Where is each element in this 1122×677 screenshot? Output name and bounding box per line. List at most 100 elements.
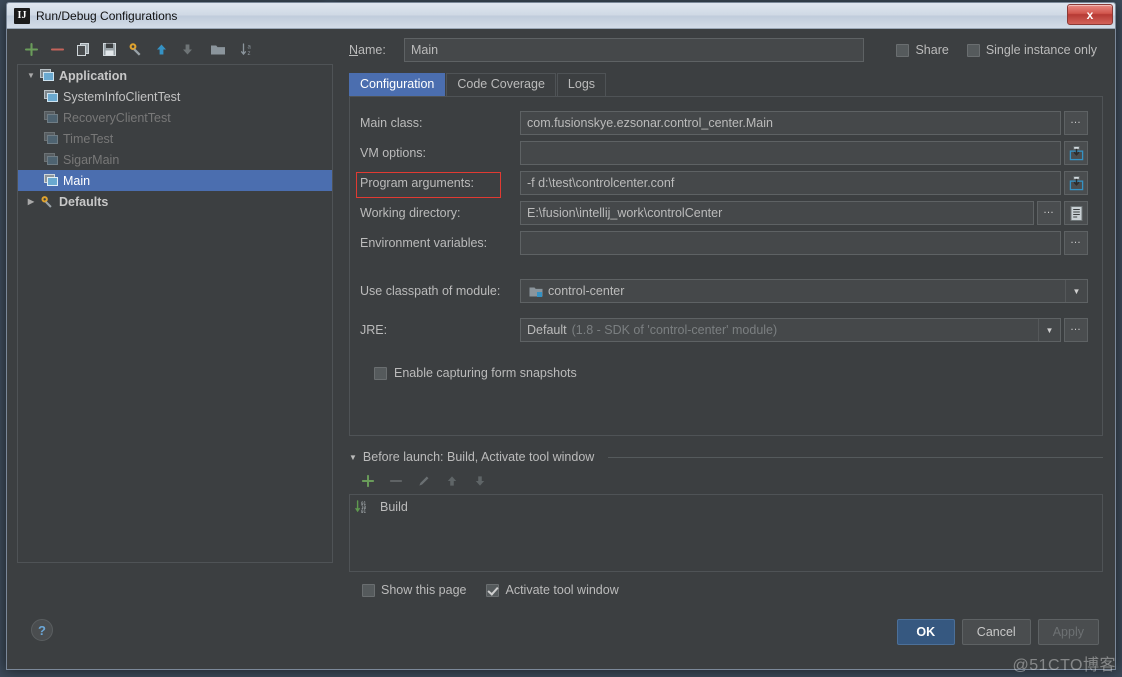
name-row: Name: Main Share Single instance only	[349, 37, 1103, 63]
add-task-button[interactable]	[359, 473, 376, 490]
before-launch-header[interactable]: ▼ Before launch: Build, Activate tool wi…	[349, 450, 1103, 464]
before-launch-task-build[interactable]: 01 10 01 Build	[350, 497, 1102, 517]
vm-options-input[interactable]	[520, 141, 1061, 165]
working-directory-macro-button[interactable]	[1064, 201, 1088, 225]
working-directory-label: Working directory:	[360, 206, 461, 220]
configurations-tree[interactable]: ▼ Application SystemInfoClientTest Recov…	[17, 64, 333, 563]
show-this-page-checkbox-box[interactable]	[362, 583, 375, 597]
tree-item-application[interactable]: ▼ Application	[18, 65, 332, 86]
before-launch-task-list[interactable]: 01 10 01 Build	[349, 494, 1103, 572]
jre-row: JRE: Default (1.8 - SDK of 'control-cent…	[360, 318, 1088, 342]
application-icon	[42, 132, 60, 145]
form-snapshots-checkbox-box[interactable]	[374, 366, 387, 380]
configuration-editor-pane: Name: Main Share Single instance only Co…	[341, 29, 1115, 613]
activate-tool-window-label: Activate tool window	[505, 583, 619, 597]
activate-tool-window-checkbox[interactable]: Activate tool window	[486, 583, 619, 597]
single-instance-checkbox-box[interactable]	[966, 43, 980, 57]
remove-task-button[interactable]	[387, 473, 404, 490]
edit-task-button[interactable]	[415, 473, 432, 490]
application-icon	[42, 111, 60, 124]
ellipsis-icon: …	[1070, 114, 1082, 126]
move-task-up-button[interactable]	[443, 473, 460, 490]
main-class-label: Main class:	[360, 116, 423, 130]
name-label: Name:	[349, 43, 386, 57]
remove-configuration-button[interactable]	[49, 41, 66, 58]
vm-options-label: VM options:	[360, 146, 427, 160]
application-icon	[38, 69, 56, 82]
tab-code-coverage[interactable]: Code Coverage	[446, 73, 556, 96]
ellipsis-icon: …	[1070, 321, 1082, 333]
vm-options-expand-button[interactable]	[1064, 141, 1088, 165]
main-class-browse-button[interactable]: …	[1064, 111, 1088, 135]
ellipsis-icon: …	[1070, 234, 1082, 246]
sort-configurations-button[interactable]: a z	[239, 41, 256, 58]
form-snapshots-checkbox[interactable]: Enable capturing form snapshots	[374, 366, 1088, 380]
working-directory-row: Working directory: E:\fusion\intellij_wo…	[360, 201, 1088, 225]
main-class-input[interactable]: com.fusionskye.ezsonar.control_center.Ma…	[520, 111, 1061, 135]
main-class-row: Main class: com.fusionskye.ezsonar.contr…	[360, 111, 1088, 135]
tab-configuration[interactable]: Configuration	[349, 73, 446, 96]
jre-value: Default	[527, 323, 567, 337]
dialog-footer: ? OK Cancel Apply	[7, 613, 1115, 669]
configuration-tab-panel: Main class: com.fusionskye.ezsonar.contr…	[349, 96, 1103, 436]
environment-variables-input[interactable]	[520, 231, 1061, 255]
apply-button: Apply	[1037, 619, 1099, 645]
jre-dropdown[interactable]: Default (1.8 - SDK of 'control-center' m…	[520, 318, 1061, 342]
jre-browse-button[interactable]: …	[1064, 318, 1088, 342]
svg-text:z: z	[247, 51, 250, 57]
before-launch-options: Show this page Activate tool window	[362, 583, 1103, 597]
name-input[interactable]: Main	[404, 38, 864, 62]
environment-variables-browse-button[interactable]: …	[1064, 231, 1088, 255]
ok-button[interactable]: OK	[896, 619, 955, 645]
working-directory-input[interactable]: E:\fusion\intellij_work\controlCenter	[520, 201, 1034, 225]
share-checkbox[interactable]: Share	[896, 43, 949, 57]
chevron-down-icon[interactable]: ▼	[1065, 280, 1087, 302]
share-checkbox-box[interactable]	[896, 43, 910, 57]
dialog-title: Run/Debug Configurations	[36, 8, 178, 23]
single-instance-only-checkbox[interactable]: Single instance only	[966, 43, 1097, 57]
classpath-module-value: control-center	[548, 284, 625, 298]
cancel-button[interactable]: Cancel	[961, 619, 1031, 645]
program-arguments-expand-button[interactable]	[1064, 171, 1088, 195]
save-configuration-button[interactable]	[101, 41, 118, 58]
tab-logs[interactable]: Logs	[556, 73, 607, 96]
single-instance-label: Single instance only	[985, 43, 1097, 57]
dialog-body: a z ▼ Application SystemInfoClientTest R…	[7, 29, 1115, 613]
move-up-button[interactable]	[153, 41, 170, 58]
form-snapshots-label: Enable capturing form snapshots	[394, 366, 577, 380]
intellij-logo-icon: IJ	[14, 7, 30, 24]
show-this-page-checkbox[interactable]: Show this page	[362, 583, 466, 597]
dialog-buttons: OK Cancel Apply	[896, 619, 1099, 645]
working-directory-browse-button[interactable]: …	[1037, 201, 1061, 225]
insert-macro-icon	[1070, 205, 1082, 221]
chevron-down-icon[interactable]: ▼	[1038, 319, 1060, 341]
tree-item-main[interactable]: Main	[18, 170, 332, 191]
tree-item-label: SystemInfoClientTest	[63, 89, 181, 104]
tree-item-label: RecoveryClientTest	[63, 110, 171, 125]
classpath-module-row: Use classpath of module: control-center …	[360, 279, 1088, 303]
close-window-button[interactable]: x	[1067, 4, 1113, 25]
add-configuration-button[interactable]	[23, 41, 40, 58]
ellipsis-icon: …	[1043, 204, 1055, 216]
tree-item-timetest[interactable]: TimeTest	[18, 128, 332, 149]
collapse-arrow-icon[interactable]: ▼	[349, 453, 357, 462]
edit-defaults-wrench-icon[interactable]	[127, 41, 144, 58]
task-label: Build	[380, 500, 408, 514]
classpath-module-dropdown[interactable]: control-center ▼	[520, 279, 1088, 303]
before-launch-section: ▼ Before launch: Build, Activate tool wi…	[349, 450, 1103, 597]
tree-item-defaults[interactable]: ▶ Defaults	[18, 191, 332, 212]
tree-item-recoveryclienttest[interactable]: RecoveryClientTest	[18, 107, 332, 128]
help-button[interactable]: ?	[31, 619, 53, 641]
expand-arrow-icon[interactable]: ▶	[24, 197, 38, 206]
program-arguments-row: Program arguments: -f d:\test\controlcen…	[356, 171, 1088, 198]
move-down-button[interactable]	[179, 41, 196, 58]
tree-item-sigarmain[interactable]: SigarMain	[18, 149, 332, 170]
copy-configuration-button[interactable]	[75, 41, 92, 58]
program-arguments-input[interactable]: -f d:\test\controlcenter.conf	[520, 171, 1061, 195]
move-task-down-button[interactable]	[471, 473, 488, 490]
collapse-arrow-icon[interactable]: ▼	[24, 71, 38, 80]
activate-tool-window-checkbox-box[interactable]	[486, 583, 500, 597]
tree-item-systeminfoclienttest[interactable]: SystemInfoClientTest	[18, 86, 332, 107]
create-folder-button[interactable]	[209, 41, 226, 58]
wrench-icon	[38, 195, 56, 209]
